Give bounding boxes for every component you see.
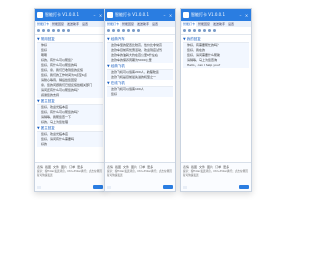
- input-tool-button[interactable]: 更多: [223, 165, 229, 169]
- reply-item[interactable]: 您好: [107, 92, 173, 97]
- toolbar-icon[interactable]: [183, 29, 186, 32]
- toolbar-icon[interactable]: [42, 29, 45, 32]
- toolbar-icon[interactable]: [213, 29, 216, 32]
- input-tool-button[interactable]: 订单: [69, 165, 75, 169]
- tab[interactable]: 设置: [81, 22, 89, 27]
- tab[interactable]: 发送助手: [66, 22, 80, 27]
- minimize-icon[interactable]: –: [162, 13, 167, 18]
- hint-text: 提示：按Enter发送消息，Ctrl+Enter换行；点击左侧回复可快速发送: [107, 170, 172, 177]
- send-button[interactable]: [163, 185, 173, 189]
- toolbar-icon[interactable]: [198, 29, 201, 32]
- toolbar-icon[interactable]: [47, 29, 50, 32]
- send-button[interactable]: [93, 185, 103, 189]
- app-logo-icon: [107, 12, 113, 18]
- input-tool-button[interactable]: 表情: [183, 165, 189, 169]
- input-tool-button[interactable]: 订单: [139, 165, 145, 169]
- toolbar-icon[interactable]: [117, 29, 120, 32]
- tab[interactable]: 智能回复: [121, 22, 135, 27]
- input-tool-button[interactable]: 更多: [147, 165, 153, 169]
- input-toolbar: 表情 截图 文件 图片 订单 更多: [35, 163, 105, 170]
- toolbar-icon[interactable]: [188, 29, 191, 32]
- app-logo-icon: [183, 12, 189, 18]
- app-window: 智能打卡 V1.0.0.1 – × 智能打卡 智能回复 发送助手 设置 ▼ 常用回复 你好 您好嗯…: [34, 8, 106, 192]
- reply-item[interactable]: 这款车的保养周期为5000公里: [107, 58, 173, 63]
- input-tool-button[interactable]: 表情: [107, 165, 113, 169]
- reply-item[interactable]: 好的: [37, 142, 103, 147]
- tab[interactable]: 智能回复: [51, 22, 65, 27]
- input-tool-button[interactable]: 图片: [207, 165, 213, 169]
- toolbar-icon[interactable]: [127, 29, 130, 32]
- close-icon[interactable]: ×: [244, 13, 249, 18]
- reply-list: ▼ 经典汽车 这款车型的配置比较高，性价比非常高 这款车目前有优惠活动，欢迎到店试驾…: [105, 35, 175, 98]
- minimize-icon[interactable]: –: [92, 13, 97, 18]
- app-title: 智能打卡 V1.0.0.1: [45, 12, 80, 17]
- toolbar-icon[interactable]: [107, 29, 110, 32]
- tab[interactable]: 设置: [151, 22, 159, 27]
- reply-list: ▼ 常用回复 你好 您好 嗯嗯 好的，有什么可以帮您？ 您好，有什么可以帮您的吗 您好，亲，…: [35, 35, 105, 148]
- title-bar[interactable]: 智能打卡 V1.0.0.1 – ×: [35, 9, 105, 21]
- input-tool-button[interactable]: 图片: [131, 165, 137, 169]
- input-tool-button[interactable]: 订单: [215, 165, 221, 169]
- settings-button[interactable]: [37, 186, 41, 189]
- input-tool-button[interactable]: 表情: [37, 165, 43, 169]
- tab[interactable]: 智能打卡: [182, 21, 197, 27]
- settings-button[interactable]: [107, 186, 111, 189]
- settings-button[interactable]: [183, 186, 187, 189]
- toolbar: [181, 27, 251, 35]
- app-title: 智能打卡 V1.0.0.1: [191, 12, 226, 17]
- reply-list: ▼ 我的回复 你好，有需要帮忙的吗？ 您好，我在的 您好，请问需要什么帮助 请稍等，马上…: [181, 35, 251, 69]
- reply-item[interactable]: Hello，can I help you?: [183, 63, 249, 68]
- toolbar-icon[interactable]: [137, 29, 140, 32]
- input-tool-button[interactable]: 文件: [199, 165, 205, 169]
- input-tool-button[interactable]: 图片: [61, 165, 67, 169]
- title-bar[interactable]: 智能打卡 V1.0.0.1 – ×: [181, 9, 251, 21]
- tab[interactable]: 发送助手: [136, 22, 150, 27]
- input-tool-button[interactable]: 截图: [115, 165, 121, 169]
- toolbar: [35, 27, 105, 35]
- app-title: 智能打卡 V1.0.0.1: [115, 12, 150, 17]
- tab[interactable]: 发送助手: [212, 22, 226, 27]
- toolbar-icon[interactable]: [37, 29, 40, 32]
- input-tool-button[interactable]: 文件: [123, 165, 129, 169]
- app-logo-icon: [37, 12, 43, 18]
- app-window: 智能打卡 V1.0.0.1 – × 智能打卡 智能回复 发送助手 设置 ▼ 经典汽车 这款车型的…: [104, 8, 176, 192]
- input-area[interactable]: 表情 截图 文件 图片 订单 更多 提示：按Enter发送消息，Ctrl+Enter换行；点…: [181, 162, 251, 191]
- app-window: 智能打卡 V1.0.0.1 – × 智能打卡 智能回复 发送助手 设置 ▼ 我的回复 你好，有需…: [180, 8, 252, 192]
- hint-text: 提示：按Enter发送消息，Ctrl+Enter换行；点击左侧回复可快速发送: [183, 170, 248, 177]
- close-icon[interactable]: ×: [168, 13, 173, 18]
- tab[interactable]: 智能打卡: [36, 21, 51, 27]
- toolbar-icon[interactable]: [57, 29, 60, 32]
- input-toolbar: 表情 截图 文件 图片 订单 更多: [181, 163, 251, 170]
- tab[interactable]: 智能回复: [197, 22, 211, 27]
- toolbar-icon[interactable]: [208, 29, 211, 32]
- hint-text: 提示：按Enter发送消息，Ctrl+Enter换行；点击左侧回复可快速发送: [37, 170, 102, 177]
- toolbar-icon[interactable]: [112, 29, 115, 32]
- send-button[interactable]: [239, 185, 249, 189]
- toolbar-icon[interactable]: [193, 29, 196, 32]
- toolbar: [105, 27, 175, 35]
- minimize-icon[interactable]: –: [238, 13, 243, 18]
- toolbar-icon[interactable]: [203, 29, 206, 32]
- tab[interactable]: 设置: [227, 22, 235, 27]
- close-icon[interactable]: ×: [98, 13, 103, 18]
- input-tool-button[interactable]: 文件: [53, 165, 59, 169]
- tab[interactable]: 智能打卡: [106, 21, 121, 27]
- input-area[interactable]: 表情 截图 文件 图片 订单 更多 提示：按Enter发送消息，Ctrl+Enter换行；点…: [105, 162, 175, 191]
- input-tool-button[interactable]: 截图: [45, 165, 51, 169]
- toolbar-icon[interactable]: [67, 29, 70, 32]
- reply-item[interactable]: 好的，马上为您处理: [37, 120, 103, 125]
- input-area[interactable]: 表情 截图 文件 图片 订单 更多 提示：按Enter发送消息，Ctrl+Enter换行；点…: [35, 162, 105, 191]
- reply-item[interactable]: 感谢您的支持: [37, 93, 103, 98]
- input-tool-button[interactable]: 更多: [77, 165, 83, 169]
- input-toolbar: 表情 截图 文件 图片 订单 更多: [105, 163, 175, 170]
- toolbar-icon[interactable]: [132, 29, 135, 32]
- toolbar-icon[interactable]: [52, 29, 55, 32]
- toolbar-icon[interactable]: [122, 29, 125, 32]
- toolbar-icon[interactable]: [62, 29, 65, 32]
- title-bar[interactable]: 智能打卡 V1.0.0.1 – ×: [105, 9, 175, 21]
- reply-item[interactable]: 这款飞机是目前最先进的机型之一: [107, 75, 173, 80]
- input-tool-button[interactable]: 截图: [191, 165, 197, 169]
